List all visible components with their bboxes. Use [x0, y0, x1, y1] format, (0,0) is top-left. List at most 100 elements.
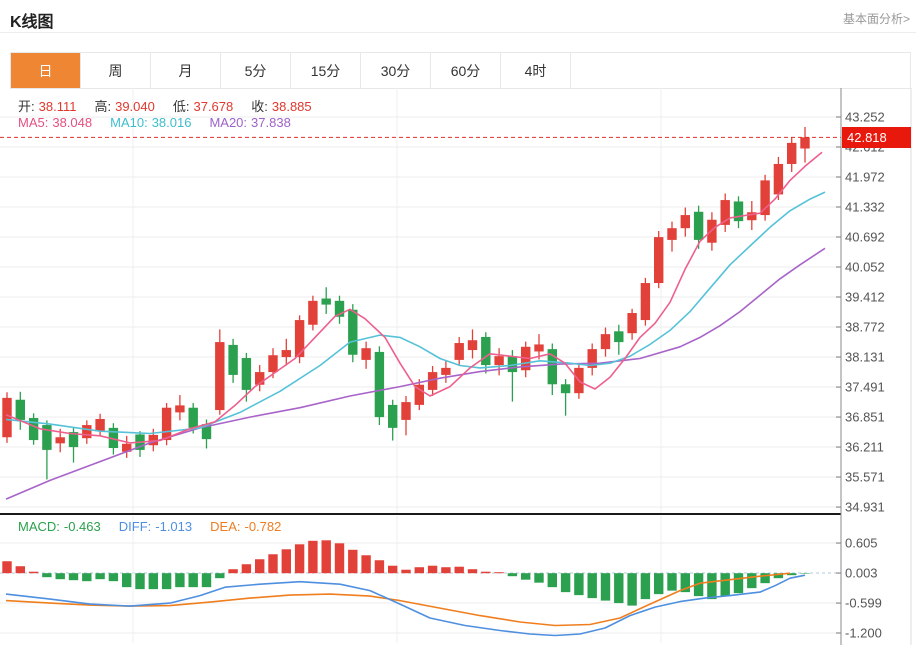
- legend-value: 38.885: [272, 99, 312, 114]
- legend-item: MA20:37.838: [209, 115, 294, 130]
- candle-body: [787, 143, 796, 164]
- legend-label: DEA:: [210, 519, 240, 534]
- candle-body: [388, 405, 397, 428]
- candle-body: [375, 352, 384, 417]
- candle-body: [361, 348, 370, 360]
- y-axis-label: 35.571: [845, 470, 885, 485]
- candle-body: [268, 355, 277, 372]
- legend-item: 开:38.111: [18, 96, 80, 115]
- candle-body: [175, 405, 184, 412]
- macd-bar: [56, 573, 65, 579]
- macd-bar: [375, 560, 384, 573]
- candle-body: [295, 320, 304, 357]
- panel-separator: [0, 513, 841, 515]
- legend-item: MA5:38.048: [18, 115, 96, 130]
- macd-bar: [29, 572, 38, 573]
- candle-body: [2, 398, 11, 437]
- candle-body: [16, 400, 25, 420]
- macd-bar: [455, 567, 464, 573]
- macd-bar: [548, 573, 557, 587]
- candle-body: [681, 215, 690, 228]
- legend-item: 高: 39.040: [94, 96, 158, 115]
- macd-legend: MACD:-0.463DIFF:-1.013DEA:-0.782: [18, 519, 299, 534]
- ma20-line: [6, 248, 825, 499]
- candle-body: [561, 384, 570, 393]
- candle-body: [481, 337, 490, 365]
- candle-body: [322, 299, 331, 305]
- macd-bar: [282, 549, 291, 573]
- macd-bar: [401, 570, 410, 573]
- legend-label: 高:: [94, 99, 111, 114]
- macd-bar: [588, 573, 597, 598]
- legend-value: 38.016: [152, 115, 192, 130]
- macd-bar: [494, 572, 503, 573]
- y-axis-label: 39.412: [845, 290, 885, 305]
- legend-item: 低:37.678: [173, 96, 237, 115]
- macd-bar: [348, 550, 357, 573]
- candle-body: [348, 310, 357, 355]
- macd-bar: [255, 559, 264, 573]
- macd-bar: [415, 567, 424, 573]
- candle-body: [800, 137, 809, 148]
- candle-body: [242, 358, 251, 390]
- macd-bar: [16, 566, 25, 573]
- macd-bar: [441, 567, 450, 573]
- macd-bar: [601, 573, 610, 600]
- macd-bar: [561, 573, 570, 592]
- macd-bar: [242, 564, 251, 573]
- macd-bar: [189, 573, 198, 587]
- legend-value: -1.013: [155, 519, 192, 534]
- legend-label: 收:: [251, 99, 268, 114]
- legend-label: MA20:: [209, 115, 247, 130]
- candle-body: [189, 408, 198, 428]
- candle-body: [401, 402, 410, 420]
- candle-body: [56, 437, 65, 443]
- candle-body: [468, 340, 477, 350]
- candle-body: [654, 237, 663, 283]
- candle-body: [441, 368, 450, 375]
- legend-value: 38.048: [52, 115, 92, 130]
- y-axis-label: 38.131: [845, 350, 885, 365]
- kline-app: K线图 基本面分析> 日周月5分15分30分60分4时 开:38.111高:39…: [0, 0, 916, 645]
- ohlc-legend: 开:38.111 高: 39.040 低:37.678 收: 38.885: [18, 96, 330, 115]
- macd-bar: [162, 573, 171, 589]
- candle-body: [760, 180, 769, 215]
- macd-axis-label: -1.200: [845, 625, 882, 640]
- macd-bar: [534, 573, 543, 582]
- legend-label: DIFF:: [119, 519, 152, 534]
- macd-bar: [228, 569, 237, 573]
- candle-body: [455, 343, 464, 360]
- macd-bar: [468, 569, 477, 573]
- candle-body: [667, 228, 676, 240]
- macd-bar: [707, 573, 716, 599]
- candle-body: [734, 201, 743, 221]
- macd-bar: [122, 573, 131, 587]
- macd-bar: [641, 573, 650, 599]
- macd-bar: [42, 573, 51, 577]
- candle-body: [614, 331, 623, 342]
- legend-item: MACD:-0.463: [18, 519, 105, 534]
- candle-body: [282, 350, 291, 357]
- ma-legend: MA5:38.048 MA10: 38.016 MA20:37.838: [18, 115, 309, 130]
- candle-body: [694, 212, 703, 240]
- y-axis-label: 36.211: [845, 440, 884, 455]
- macd-bar: [82, 573, 91, 581]
- macd-bar: [175, 573, 184, 587]
- macd-bar: [149, 573, 158, 589]
- ma5-line: [6, 152, 822, 443]
- legend-value: 39.040: [115, 99, 155, 114]
- candle-body: [308, 301, 317, 325]
- macd-bar: [627, 573, 636, 605]
- macd-bar: [734, 573, 743, 593]
- candle-body: [601, 334, 610, 349]
- legend-label: MA10:: [110, 115, 148, 130]
- y-axis-label: 38.772: [845, 320, 885, 335]
- candle-body: [215, 342, 224, 410]
- legend-value: 37.678: [193, 99, 233, 114]
- macd-bar: [388, 566, 397, 573]
- macd-axis-label: 0.003: [845, 566, 878, 581]
- y-axis-label: 41.332: [845, 200, 885, 215]
- candle-body: [228, 345, 237, 375]
- y-axis-label: 37.491: [845, 380, 885, 395]
- macd-bar: [574, 573, 583, 595]
